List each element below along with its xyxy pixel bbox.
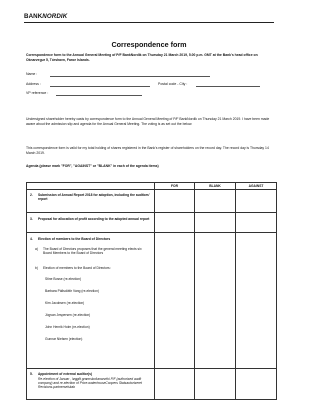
item-4-against-box[interactable] bbox=[235, 232, 277, 369]
item-4b-label: b) bbox=[35, 266, 38, 270]
table-row-item-5: 5. Appointment of external auditor(s) Re… bbox=[26, 368, 277, 400]
name-field[interactable] bbox=[50, 76, 210, 77]
table-row-item-4: 4. Election of members to the Board of D… bbox=[26, 232, 277, 369]
item-5-subtext: Re-election of Januar , løggilt grannsko… bbox=[38, 377, 142, 390]
agenda-instructions: Agenda (please mark "FOR", "AGAINST" or … bbox=[26, 164, 159, 168]
header-for: FOR bbox=[154, 182, 195, 190]
declaration-text: Undersigned shareholder hereby casts by … bbox=[26, 117, 270, 126]
item-4-blank-box[interactable] bbox=[194, 232, 236, 369]
voting-table: FOR BLANK AGAINST 2. Submission of Annua… bbox=[26, 182, 277, 400]
header-agenda-item bbox=[26, 182, 155, 190]
item-5-against-box[interactable] bbox=[235, 368, 277, 400]
item-5-for-box[interactable] bbox=[154, 368, 195, 400]
item-2-text: Submission of Annual Report 2018 for ado… bbox=[38, 193, 150, 202]
table-row-item-3: 3. Proposal for allocation of profit acc… bbox=[26, 212, 277, 233]
item-3-number: 3. bbox=[30, 217, 33, 221]
item-4a-text: The Board of Directors proposes that the… bbox=[43, 247, 142, 256]
form-title: Correspondence form bbox=[111, 40, 187, 49]
intro-text: Correspondence form to the Annual Genera… bbox=[26, 53, 258, 62]
item-2-for-box[interactable] bbox=[154, 189, 195, 213]
item-4-for-box[interactable] bbox=[154, 232, 195, 369]
item-5-text: Appointment of external auditor(s) bbox=[38, 372, 93, 376]
postal-label: Postal code - City : bbox=[158, 82, 188, 86]
item-4b-text: Election of members to the Board of Dire… bbox=[43, 266, 111, 270]
header-rule bbox=[24, 22, 274, 23]
item-2-number: 2. bbox=[30, 193, 33, 197]
item-5-cell: 5. Appointment of external auditor(s) Re… bbox=[26, 368, 155, 400]
item-3-for-box[interactable] bbox=[154, 212, 195, 233]
table-row-item-2: 2. Submission of Annual Report 2018 for … bbox=[26, 189, 277, 213]
item-2-against-box[interactable] bbox=[235, 189, 277, 213]
postal-field[interactable] bbox=[196, 86, 260, 87]
vp-label: VP reference : bbox=[26, 91, 49, 95]
candidate-5: John Henrik Holm (re-election) bbox=[45, 325, 90, 329]
record-day-text: This correspondence form is valid for my… bbox=[26, 146, 269, 155]
correspondence-form-page: BANKNORDIK Correspondence form Correspon… bbox=[0, 0, 298, 400]
item-2-blank-box[interactable] bbox=[194, 189, 236, 213]
header-against: AGAINST bbox=[235, 182, 277, 190]
item-4-text: Election of members to the Board of Dire… bbox=[38, 237, 111, 241]
address-label: Address : bbox=[26, 82, 41, 86]
candidate-3: Kim Jacobsen (re-election) bbox=[45, 301, 85, 305]
item-3-text: Proposal for allocation of profit accord… bbox=[38, 217, 150, 221]
item-2-cell: 2. Submission of Annual Report 2018 for … bbox=[26, 189, 155, 213]
vp-field[interactable] bbox=[56, 95, 142, 96]
candidate-2: Barbara Pállsdóttir Vang (re-election) bbox=[45, 289, 99, 293]
candidate-6: Gunnar Nielsen (election) bbox=[45, 337, 83, 341]
address-field[interactable] bbox=[50, 86, 150, 87]
item-3-blank-box[interactable] bbox=[194, 212, 236, 233]
bank-logo: BANKNORDIK bbox=[24, 13, 67, 20]
header-blank: BLANK bbox=[194, 182, 236, 190]
brand-part1: BANK bbox=[24, 13, 43, 20]
item-4-number: 4. bbox=[30, 237, 33, 241]
item-3-cell: 3. Proposal for allocation of profit acc… bbox=[26, 212, 155, 233]
candidate-1: Stine Bosse (re-election) bbox=[45, 277, 82, 281]
brand-part2: NORDIK bbox=[42, 13, 68, 20]
candidate-4: Jógvan Jespersen (re-election) bbox=[45, 313, 91, 317]
table-header-row: FOR BLANK AGAINST bbox=[26, 182, 277, 190]
item-4a-label: a) bbox=[35, 247, 38, 251]
item-5-blank-box[interactable] bbox=[194, 368, 236, 400]
item-4-cell: 4. Election of members to the Board of D… bbox=[26, 232, 155, 369]
item-5-number: 5. bbox=[30, 372, 33, 376]
item-3-against-box[interactable] bbox=[235, 212, 277, 233]
name-label: Name : bbox=[26, 72, 38, 76]
